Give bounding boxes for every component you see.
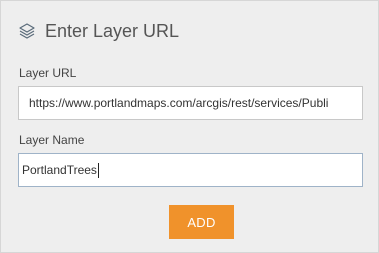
- panel-header: Enter Layer URL: [18, 19, 179, 43]
- layer-url-value: https://www.portlandmaps.com/arcgis/rest…: [29, 96, 329, 110]
- add-layer-panel: Enter Layer URL Layer URL https://www.po…: [0, 0, 379, 253]
- layer-name-label: Layer Name: [19, 133, 85, 147]
- layer-name-input[interactable]: PortlandTrees: [18, 153, 363, 187]
- text-caret: [97, 162, 99, 178]
- panel-title: Enter Layer URL: [45, 21, 180, 41]
- layer-url-label: Layer URL: [19, 66, 77, 80]
- layers-icon: [18, 22, 36, 40]
- add-button[interactable]: ADD: [169, 205, 234, 239]
- layer-name-value: PortlandTrees: [22, 163, 97, 177]
- layer-url-input[interactable]: https://www.portlandmaps.com/arcgis/rest…: [18, 86, 363, 120]
